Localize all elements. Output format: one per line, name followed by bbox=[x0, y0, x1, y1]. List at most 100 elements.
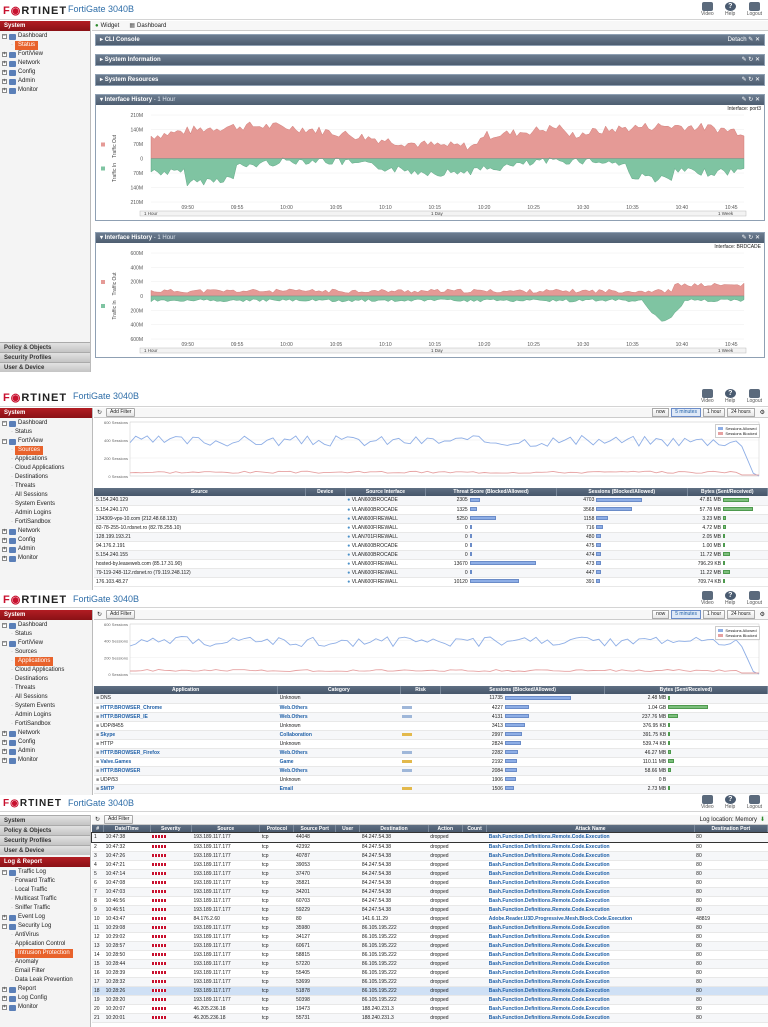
sidebar-item-fortisandbox[interactable]: · FortiSandbox bbox=[2, 518, 90, 527]
column-header[interactable]: Protocol bbox=[259, 825, 295, 833]
table-row[interactable]: 5 10:47:14 193.189.117.177 tcp 37470 84.247.5… bbox=[92, 869, 768, 879]
sidebar-section-system[interactable]: System bbox=[0, 815, 90, 825]
sidebar-item-cloud-applications[interactable]: · Cloud Applications bbox=[2, 464, 90, 473]
table-row[interactable]: ■ UDP/53 Unknown 1906 0 B bbox=[94, 775, 768, 785]
sidebar-header[interactable]: System bbox=[0, 408, 92, 418]
table-row[interactable]: ■ UDP/8455 Unknown 3413 376.95 KB bbox=[94, 721, 768, 731]
sidebar-item-status[interactable]: · Status bbox=[2, 630, 90, 639]
table-row[interactable]: 13 10:28:57 193.189.117.177 tcp 60671 86.105.… bbox=[92, 941, 768, 951]
logout-button[interactable]: Logout bbox=[747, 389, 762, 404]
sidebar-header[interactable]: Log & Report bbox=[0, 857, 90, 867]
sidebar-item-fortisandbox[interactable]: · FortiSandbox bbox=[2, 720, 90, 729]
sidebar-item-local-traffic[interactable]: · Local Traffic bbox=[2, 886, 88, 895]
help-button[interactable]: ? Help bbox=[724, 389, 736, 404]
sidebar-item-application-control[interactable]: · Application Control bbox=[2, 940, 88, 949]
sidebar-item-event-log[interactable]: + Event Log bbox=[2, 913, 88, 922]
sidebar-item-admin[interactable]: + Admin bbox=[2, 747, 90, 756]
timeframe-24-hours[interactable]: 24 hours bbox=[727, 610, 755, 619]
sidebar-section-security-profiles[interactable]: Security Profiles bbox=[0, 835, 90, 845]
sidebar-item-monitor[interactable]: + Monitor bbox=[2, 554, 90, 563]
refresh-icon[interactable]: ↻ bbox=[97, 611, 102, 618]
sidebar-item-admin-logins[interactable]: · Admin Logins bbox=[2, 509, 90, 518]
sidebar-section-policy-objects[interactable]: Policy & Objects bbox=[0, 342, 90, 352]
table-row[interactable]: ■ HTTP Unknown 2824 539.74 KB bbox=[94, 739, 768, 749]
sidebar-section-user-device[interactable]: User & Device bbox=[0, 362, 90, 372]
expand-toggle-icon[interactable]: + bbox=[2, 987, 7, 992]
table-row[interactable]: 5.154.240.155 ● VLAN600BROCADE 0 474 11.72 M… bbox=[94, 550, 768, 560]
add-filter-button[interactable]: Add Filter bbox=[106, 610, 136, 619]
time-range-slider[interactable] bbox=[139, 347, 747, 354]
expand-toggle-icon[interactable]: − bbox=[2, 870, 7, 875]
sidebar-item-network[interactable]: + Network bbox=[2, 527, 90, 536]
add-filter-button[interactable]: Add Filter bbox=[106, 408, 136, 417]
expand-toggle-icon[interactable]: + bbox=[2, 52, 7, 57]
table-row[interactable]: 10 10:43:47 84.176.2.60 tcp 80 141.6.11.29 dro… bbox=[92, 914, 768, 924]
expand-toggle-icon[interactable]: + bbox=[2, 758, 7, 763]
sidebar-item-security-log[interactable]: − Security Log bbox=[2, 922, 88, 931]
expand-toggle-icon[interactable]: + bbox=[2, 740, 7, 745]
table-row[interactable]: 6 10:47:08 193.189.117.177 tcp 35821 84.247.5… bbox=[92, 878, 768, 888]
column-header[interactable]: Count bbox=[462, 825, 488, 833]
add-filter-button[interactable]: Add Filter bbox=[104, 815, 134, 824]
sidebar-item-log-config[interactable]: + Log Config bbox=[2, 994, 88, 1003]
column-header[interactable]: Bytes (Sent/Received) bbox=[687, 488, 768, 496]
table-row[interactable]: ■ DNS Unknown 11735 2.48 MB bbox=[94, 694, 768, 704]
system-resources-header[interactable]: ▸ System Resources ✎ ↻ ✕ bbox=[96, 75, 764, 85]
sidebar-section-security-profiles[interactable]: Security Profiles bbox=[0, 352, 90, 362]
sidebar-item-all-sessions[interactable]: · All Sessions bbox=[2, 491, 90, 500]
sidebar-item-email-filter[interactable]: · Email Filter bbox=[2, 967, 88, 976]
help-button[interactable]: ? Help bbox=[724, 591, 736, 606]
timeframe-1-hour[interactable]: 1 hour bbox=[702, 408, 726, 417]
sidebar-item-system-events[interactable]: · System Events bbox=[2, 702, 90, 711]
sidebar-item-antivirus[interactable]: · AntiVirus bbox=[2, 931, 88, 940]
sidebar-item-network[interactable]: + Network bbox=[2, 59, 88, 68]
expand-toggle-icon[interactable]: + bbox=[2, 538, 7, 543]
table-row[interactable]: ■ HTTP.BROWSER_Chrome Web.Others 4227 1.04 … bbox=[94, 703, 768, 713]
table-row[interactable]: 5.154.240.170 ● VLAN600BROCADE 1325 3568 57.… bbox=[94, 505, 768, 515]
table-row[interactable]: 176.103.48.27 ● VLAN600FIREWALL 10120 391 70… bbox=[94, 577, 768, 587]
column-header[interactable]: Sessions (Blocked/Allowed) bbox=[556, 488, 688, 496]
interface-history-header[interactable]: ▾ Interface History - 1 Hour ✎ ↻ ✕ bbox=[96, 95, 764, 105]
download-icon[interactable]: ⬇ bbox=[760, 816, 765, 823]
timeframe-24-hours[interactable]: 24 hours bbox=[727, 408, 755, 417]
sidebar-item-dashboard[interactable]: − Dashboard bbox=[2, 621, 90, 630]
column-header[interactable]: Destination Port bbox=[694, 825, 768, 833]
settings-icon[interactable]: ⚙ bbox=[760, 611, 765, 618]
sidebar-item-monitor[interactable]: + Monitor bbox=[2, 1003, 88, 1012]
expand-toggle-icon[interactable]: + bbox=[2, 88, 7, 93]
table-row[interactable]: 18 10:28:26 193.189.117.177 tcp 51878 86.105.… bbox=[92, 986, 768, 996]
sidebar-item-fortiview[interactable]: + FortiView bbox=[2, 50, 88, 59]
table-row[interactable]: 17 10:28:32 193.189.117.177 tcp 53699 86.105.… bbox=[92, 977, 768, 987]
expand-toggle-icon[interactable]: − bbox=[2, 421, 7, 426]
column-header[interactable]: Severity bbox=[150, 825, 193, 833]
table-row[interactable]: ■ Valve.Games Game 2192 110.11 MB bbox=[94, 757, 768, 767]
table-row[interactable]: 79-119-248-112.rdsnet.ro (79.119.248.112… bbox=[94, 568, 768, 578]
video-button[interactable]: Video bbox=[701, 795, 714, 810]
table-row[interactable]: 4 10:47:21 193.189.117.177 tcp 39053 84.247.5… bbox=[92, 860, 768, 870]
column-header[interactable]: Risk bbox=[400, 686, 442, 694]
sidebar-item-applications[interactable]: · Applications bbox=[2, 455, 90, 464]
expand-toggle-icon[interactable]: + bbox=[2, 996, 7, 1001]
sidebar-item-anomaly[interactable]: · Anomaly bbox=[2, 958, 88, 967]
sidebar-item-network[interactable]: + Network bbox=[2, 729, 90, 738]
refresh-icon[interactable]: ↻ bbox=[95, 816, 100, 823]
cli-console-header[interactable]: ▸ CLI Console Detach ✎ ✕ bbox=[96, 35, 764, 45]
sidebar-item-dashboard[interactable]: − Dashboard bbox=[2, 32, 88, 41]
sidebar-item-config[interactable]: + Config bbox=[2, 68, 88, 77]
expand-toggle-icon[interactable]: + bbox=[2, 1005, 7, 1010]
sidebar-item-traffic-log[interactable]: − Traffic Log bbox=[2, 868, 88, 877]
sidebar-item-forward-traffic[interactable]: · Forward Traffic bbox=[2, 877, 88, 886]
expand-toggle-icon[interactable]: + bbox=[2, 731, 7, 736]
expand-toggle-icon[interactable]: − bbox=[2, 641, 7, 646]
sidebar-item-monitor[interactable]: + Monitor bbox=[2, 86, 88, 95]
expand-toggle-icon[interactable]: + bbox=[2, 547, 7, 552]
expand-toggle-icon[interactable]: − bbox=[2, 623, 7, 628]
sidebar-item-fortiview[interactable]: − FortiView bbox=[2, 639, 90, 648]
sidebar-section-user-device[interactable]: User & Device bbox=[0, 845, 90, 855]
sidebar-item-admin[interactable]: + Admin bbox=[2, 545, 90, 554]
sidebar-item-threats[interactable]: · Threats bbox=[2, 482, 90, 491]
expand-toggle-icon[interactable]: + bbox=[2, 749, 7, 754]
help-button[interactable]: ? Help bbox=[724, 795, 736, 810]
column-header[interactable]: Threat Score (Blocked/Allowed) bbox=[425, 488, 557, 496]
sidebar-item-multicast-traffic[interactable]: · Multicast Traffic bbox=[2, 895, 88, 904]
